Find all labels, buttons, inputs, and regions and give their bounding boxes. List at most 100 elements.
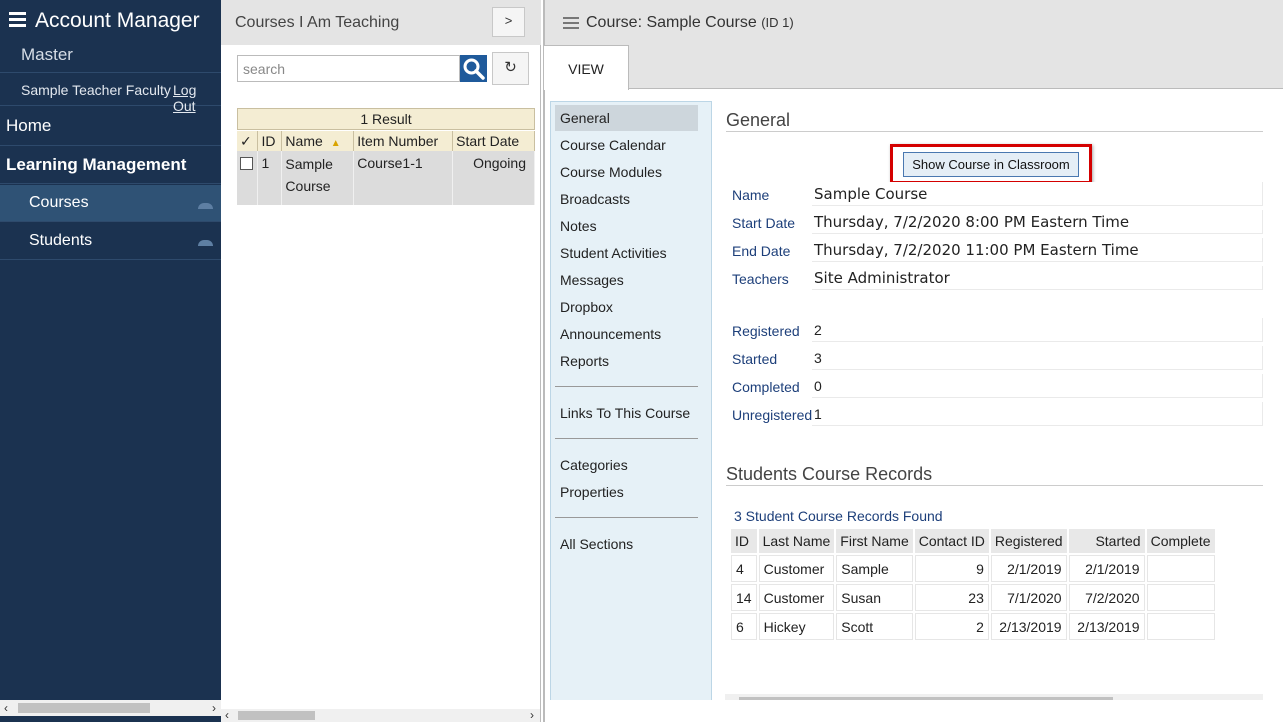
course-list-table: ✓ ID Name ▲ Item Number Start Date 1 Samp…	[237, 131, 535, 205]
heading-divider	[726, 131, 1263, 132]
cell-contact-id: 9	[914, 555, 989, 582]
cell-last-name: Customer	[758, 555, 835, 582]
table-row[interactable]: 4 Customer Sample 9 2/1/2019 2/1/2019	[731, 555, 1215, 582]
refresh-button[interactable]: ↻	[492, 52, 529, 85]
row-checkbox[interactable]	[240, 157, 253, 170]
records-found-link[interactable]: 3 Student Course Records Found	[734, 508, 943, 524]
section-nav-properties[interactable]: Properties	[555, 479, 698, 505]
section-nav-reports[interactable]: Reports	[555, 348, 698, 374]
column-header-first-name[interactable]: First Name	[836, 529, 913, 553]
cell-registered: 7/1/2020	[990, 584, 1067, 611]
detail-horizontal-scrollbar[interactable]: ‹ ›	[725, 694, 1263, 700]
cell-id: 14	[731, 584, 757, 611]
scrollbar-thumb[interactable]	[739, 697, 1113, 700]
general-heading: General	[726, 110, 791, 130]
column-header-start-date[interactable]: Start Date	[452, 131, 535, 151]
unregistered-label: Unregistered	[732, 407, 813, 423]
section-nav-notes[interactable]: Notes	[555, 213, 698, 239]
section-nav-student-activities[interactable]: Student Activities	[555, 240, 698, 266]
cell-first-name: Sample	[836, 555, 913, 582]
refresh-icon: ↻	[504, 59, 517, 76]
show-course-in-classroom-button[interactable]: Show Course in Classroom	[903, 152, 1079, 177]
cell-started: 2/13/2019	[1068, 613, 1145, 640]
cell-last-name: Customer	[758, 584, 835, 611]
list-horizontal-scrollbar[interactable]: ‹ ›	[221, 709, 540, 722]
row-start-date: Ongoing	[452, 151, 535, 205]
column-header-id[interactable]: ID	[731, 529, 757, 553]
cell-registered: 2/1/2019	[990, 555, 1067, 582]
section-nav-dropbox[interactable]: Dropbox	[555, 294, 698, 320]
section-nav-links[interactable]: Links To This Course	[555, 400, 698, 426]
cell-complete	[1146, 613, 1215, 640]
end-date-label: End Date	[732, 243, 791, 259]
cell-complete	[1146, 555, 1215, 582]
section-divider	[555, 386, 698, 387]
heading-divider	[726, 485, 1263, 486]
table-row[interactable]: 1 Sample Course Course1-1 Ongoing	[237, 151, 535, 205]
section-nav-messages[interactable]: Messages	[555, 267, 698, 293]
column-header-complete[interactable]: Complete	[1146, 529, 1215, 553]
column-header-select[interactable]: ✓	[237, 131, 259, 151]
sidebar-horizontal-scrollbar[interactable]: ‹ ›	[0, 700, 221, 716]
sidebar-section-learning-management[interactable]: Learning Management	[0, 146, 221, 184]
column-header-item-number[interactable]: Item Number	[353, 131, 454, 151]
column-header-contact-id[interactable]: Contact ID	[914, 529, 989, 553]
column-header-started[interactable]: Started	[1068, 529, 1145, 553]
end-date-value: Thursday, 7/2/2020 11:00 PM Eastern Time	[812, 238, 1263, 262]
search-input[interactable]	[237, 55, 460, 82]
scrollbar-thumb[interactable]	[238, 711, 315, 720]
completed-value: 0	[812, 374, 1263, 398]
user-name: Sample Teacher Faculty	[21, 82, 171, 98]
course-list-panel: Courses I Am Teaching > ↻ 1 Result ✓ ID …	[221, 0, 541, 722]
section-nav-categories[interactable]: Categories	[555, 452, 698, 478]
scroll-left-icon[interactable]: ‹	[225, 709, 229, 722]
table-header-row: ID Last Name First Name Contact ID Regis…	[731, 529, 1215, 553]
scrollbar-thumb[interactable]	[18, 703, 150, 713]
registered-value: 2	[812, 318, 1263, 342]
unregistered-value: 1	[812, 402, 1263, 426]
app-title: Account Manager	[35, 9, 200, 32]
scroll-right-icon[interactable]: ›	[1254, 694, 1258, 700]
sidebar-item-students[interactable]: Students	[0, 222, 221, 260]
sidebar: Account Manager Master Sample Teacher Fa…	[0, 0, 221, 722]
user-row: Sample Teacher Faculty Log Out	[0, 72, 221, 114]
search-button[interactable]	[460, 55, 487, 82]
cell-id: 6	[731, 613, 757, 640]
registered-label: Registered	[732, 323, 800, 339]
cell-registered: 2/13/2019	[990, 613, 1067, 640]
column-header-label: Name	[285, 133, 323, 149]
drawer-icon[interactable]	[198, 203, 213, 209]
scroll-left-icon[interactable]: ‹	[4, 700, 8, 716]
highlight-box: Show Course in Classroom	[890, 144, 1092, 184]
section-nav-announcements[interactable]: Announcements	[555, 321, 698, 347]
section-nav-all-sections[interactable]: All Sections	[555, 531, 698, 557]
section-nav-course-modules[interactable]: Course Modules	[555, 159, 698, 185]
scroll-right-icon[interactable]: ›	[212, 700, 216, 716]
drawer-icon[interactable]	[198, 240, 213, 246]
sidebar-item-label: Students	[29, 231, 93, 249]
cell-contact-id: 23	[914, 584, 989, 611]
section-nav-broadcasts[interactable]: Broadcasts	[555, 186, 698, 212]
scroll-left-icon[interactable]: ‹	[728, 694, 732, 700]
table-row[interactable]: 14 Customer Susan 23 7/1/2020 7/2/2020	[731, 584, 1215, 611]
section-nav-course-calendar[interactable]: Course Calendar	[555, 132, 698, 158]
column-header-name[interactable]: Name ▲	[281, 131, 355, 151]
column-header-id[interactable]: ID	[257, 131, 283, 151]
cell-id: 4	[731, 555, 757, 582]
section-divider	[555, 517, 698, 518]
scroll-right-icon[interactable]: ›	[530, 709, 534, 722]
row-checkbox-cell[interactable]	[237, 151, 259, 205]
hamburger-icon[interactable]	[9, 12, 26, 27]
sidebar-item-home[interactable]: Home	[0, 106, 221, 146]
name-value: Sample Course	[812, 182, 1263, 206]
sidebar-item-courses[interactable]: Courses	[0, 185, 221, 222]
table-row[interactable]: 6 Hickey Scott 2 2/13/2019 2/13/2019	[731, 613, 1215, 640]
column-header-registered[interactable]: Registered	[990, 529, 1067, 553]
table-header-row: ✓ ID Name ▲ Item Number Start Date	[237, 131, 535, 151]
account-name: Master	[21, 45, 73, 64]
sidebar-item-label: Home	[6, 115, 52, 135]
column-header-last-name[interactable]: Last Name	[758, 529, 835, 553]
expand-button[interactable]: >	[492, 7, 525, 37]
section-nav-general[interactable]: General	[555, 105, 698, 131]
row-name[interactable]: Sample Course	[281, 151, 355, 205]
